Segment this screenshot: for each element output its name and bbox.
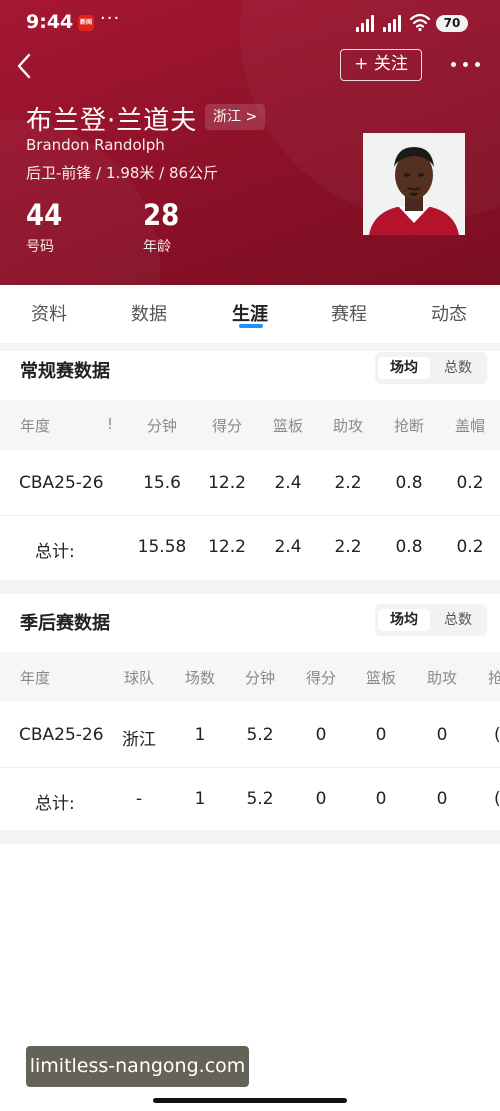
table-cell: 0 [436,789,448,809]
playoff-title: 季后赛数据 [20,613,110,634]
table-cell: 0.8 [395,473,423,493]
regular-season-title: 常规赛数据 [20,361,110,382]
column-header: 分钟 [146,417,178,435]
table-cell: CBA25-26 [19,725,104,745]
tab-stats[interactable]: 数据 [131,300,167,326]
column-header: 年度 [20,417,51,435]
table-cell: CBA25-26 [19,473,104,493]
table-cell: 2.4 [274,473,302,493]
table-cell: 总计: [35,794,75,814]
more-options-icon[interactable] [449,52,483,76]
table-cell: 12.2 [208,537,246,557]
section-divider [0,580,500,594]
column-header: 篮板 [365,669,397,687]
player-age: 28 [143,198,180,232]
watermark: limitless-nangong.com [26,1046,249,1087]
table-cell: 0.2 [456,473,484,493]
column-header: 篮板 [272,417,304,435]
table-cell: 1 [194,789,206,809]
table-cell: ( [494,789,500,809]
table-cell: 12.2 [208,473,246,493]
table-cell: 0.8 [395,537,423,557]
table-cell: 15.58 [137,537,187,557]
notification-more-icon: ··· [100,8,121,29]
table-cell: 总计: [35,542,75,562]
active-tab-indicator [239,324,263,328]
column-header: 得分 [211,417,243,435]
tab-career[interactable]: 生涯 [232,300,268,326]
column-header: 场数 [184,669,216,687]
row-divider [0,767,500,768]
column-header: 抢断 [393,417,425,435]
back-icon[interactable] [14,52,36,80]
table-cell: 0 [315,789,327,809]
tab-news[interactable]: 动态 [431,300,467,326]
home-indicator[interactable] [153,1098,347,1103]
regular-season-toggle: 场均 总数 [375,352,487,384]
table-cell: 5.2 [246,725,274,745]
row-divider [0,515,500,516]
table-cell: 0.2 [456,537,484,557]
column-header: ! [107,415,114,433]
team-link[interactable]: 浙江 > [205,104,266,130]
table-cell: 0 [375,725,387,745]
cell-signal-icon [383,14,405,32]
column-header: 助攻 [332,417,364,435]
toggle-total-button[interactable]: 总数 [432,609,484,631]
table-cell: 2.4 [274,537,302,557]
section-divider [0,343,500,351]
column-header: 盖帽 [454,417,486,435]
column-header: 得分 [305,669,337,687]
table-header: 年度 ! 分钟 得分 篮板 助攻 抢断 盖帽 [0,400,500,450]
cell-signal-icon [356,14,378,32]
column-header: 分钟 [244,669,276,687]
wifi-icon [409,13,431,32]
jersey-number-label: 号码 [26,239,54,255]
news-app-icon: 新闻 [78,15,94,31]
status-bar: 9:44 新闻 ··· 70 [0,0,500,48]
jersey-number: 44 [26,198,63,232]
table-cell: - [135,789,143,809]
player-name-english: Brandon Randolph [26,136,165,154]
player-photo [363,133,465,235]
table-cell: 0 [315,725,327,745]
player-header: 9:44 新闻 ··· 70 + 关注 布兰登·兰道夫 浙江 > Brandon… [0,0,500,285]
section-divider [0,830,500,844]
toggle-average-button[interactable]: 场均 [378,357,430,379]
battery-icon: 70 [436,15,468,32]
table-cell: 浙江 [122,730,156,750]
status-time: 9:44 [26,11,74,33]
playoff-toggle: 场均 总数 [375,604,487,636]
table-cell: 1 [194,725,206,745]
table-cell: 15.6 [143,473,181,493]
player-age-label: 年龄 [143,239,171,255]
player-position-height-weight: 后卫-前锋 / 1.98米 / 86公斤 [26,164,219,182]
table-cell: 2.2 [334,537,362,557]
table-cell: 0 [436,725,448,745]
table-cell: ( [494,725,500,745]
column-header: 助攻 [426,669,458,687]
table-cell: 5.2 [246,789,274,809]
tab-schedule[interactable]: 赛程 [331,300,367,326]
follow-button[interactable]: + 关注 [340,49,422,81]
table-cell: 0 [375,789,387,809]
table-header: 年度 球队 场数 分钟 得分 篮板 助攻 抢 [0,652,500,702]
tab-profile[interactable]: 资料 [31,300,67,326]
column-header: 抢 [488,669,500,687]
table-cell: 2.2 [334,473,362,493]
toggle-average-button[interactable]: 场均 [378,609,430,631]
tab-bar: 资料 数据 生涯 赛程 动态 [0,285,500,343]
column-header: 年度 [20,669,51,687]
player-name: 布兰登·兰道夫 [26,106,198,136]
toggle-total-button[interactable]: 总数 [432,357,484,379]
column-header: 球队 [123,669,155,687]
